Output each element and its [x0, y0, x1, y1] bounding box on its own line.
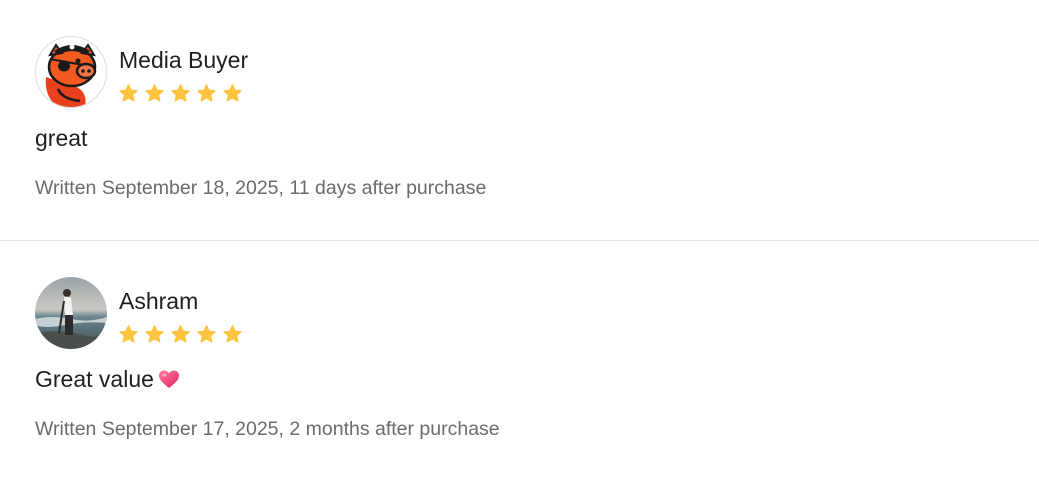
reviewer-name[interactable]: Media Buyer — [119, 46, 248, 74]
pig-icon — [45, 43, 97, 107]
star-icon — [145, 84, 164, 102]
review-text: Great value — [35, 365, 181, 393]
star-icon — [223, 325, 242, 343]
review-body: Great value — [35, 366, 154, 392]
review-card: Media Buyer great Written September 18, … — [0, 0, 1039, 240]
star-icon — [223, 84, 242, 102]
star-icon — [171, 325, 190, 343]
star-icon — [171, 84, 190, 102]
star-icon — [145, 325, 164, 343]
star-icon — [197, 84, 216, 102]
star-rating — [118, 83, 243, 105]
heart-emoji-icon — [158, 370, 179, 388]
review-body: great — [35, 125, 88, 151]
star-icon — [119, 84, 138, 102]
beach-photo-avatar[interactable] — [35, 277, 107, 349]
star-rating — [118, 324, 243, 346]
review-date: Written September 18, 2025, 11 days afte… — [35, 177, 487, 199]
review-card: Ashram Great value Written September 17,… — [0, 241, 1039, 481]
reviewer-name[interactable]: Ashram — [119, 287, 198, 315]
person-on-beach-icon — [35, 277, 107, 349]
pirate-pig-avatar[interactable] — [35, 36, 107, 108]
star-icon — [119, 325, 138, 343]
star-icon — [197, 325, 216, 343]
review-date: Written September 17, 2025, 2 months aft… — [35, 418, 500, 440]
review-text: great — [35, 124, 87, 152]
